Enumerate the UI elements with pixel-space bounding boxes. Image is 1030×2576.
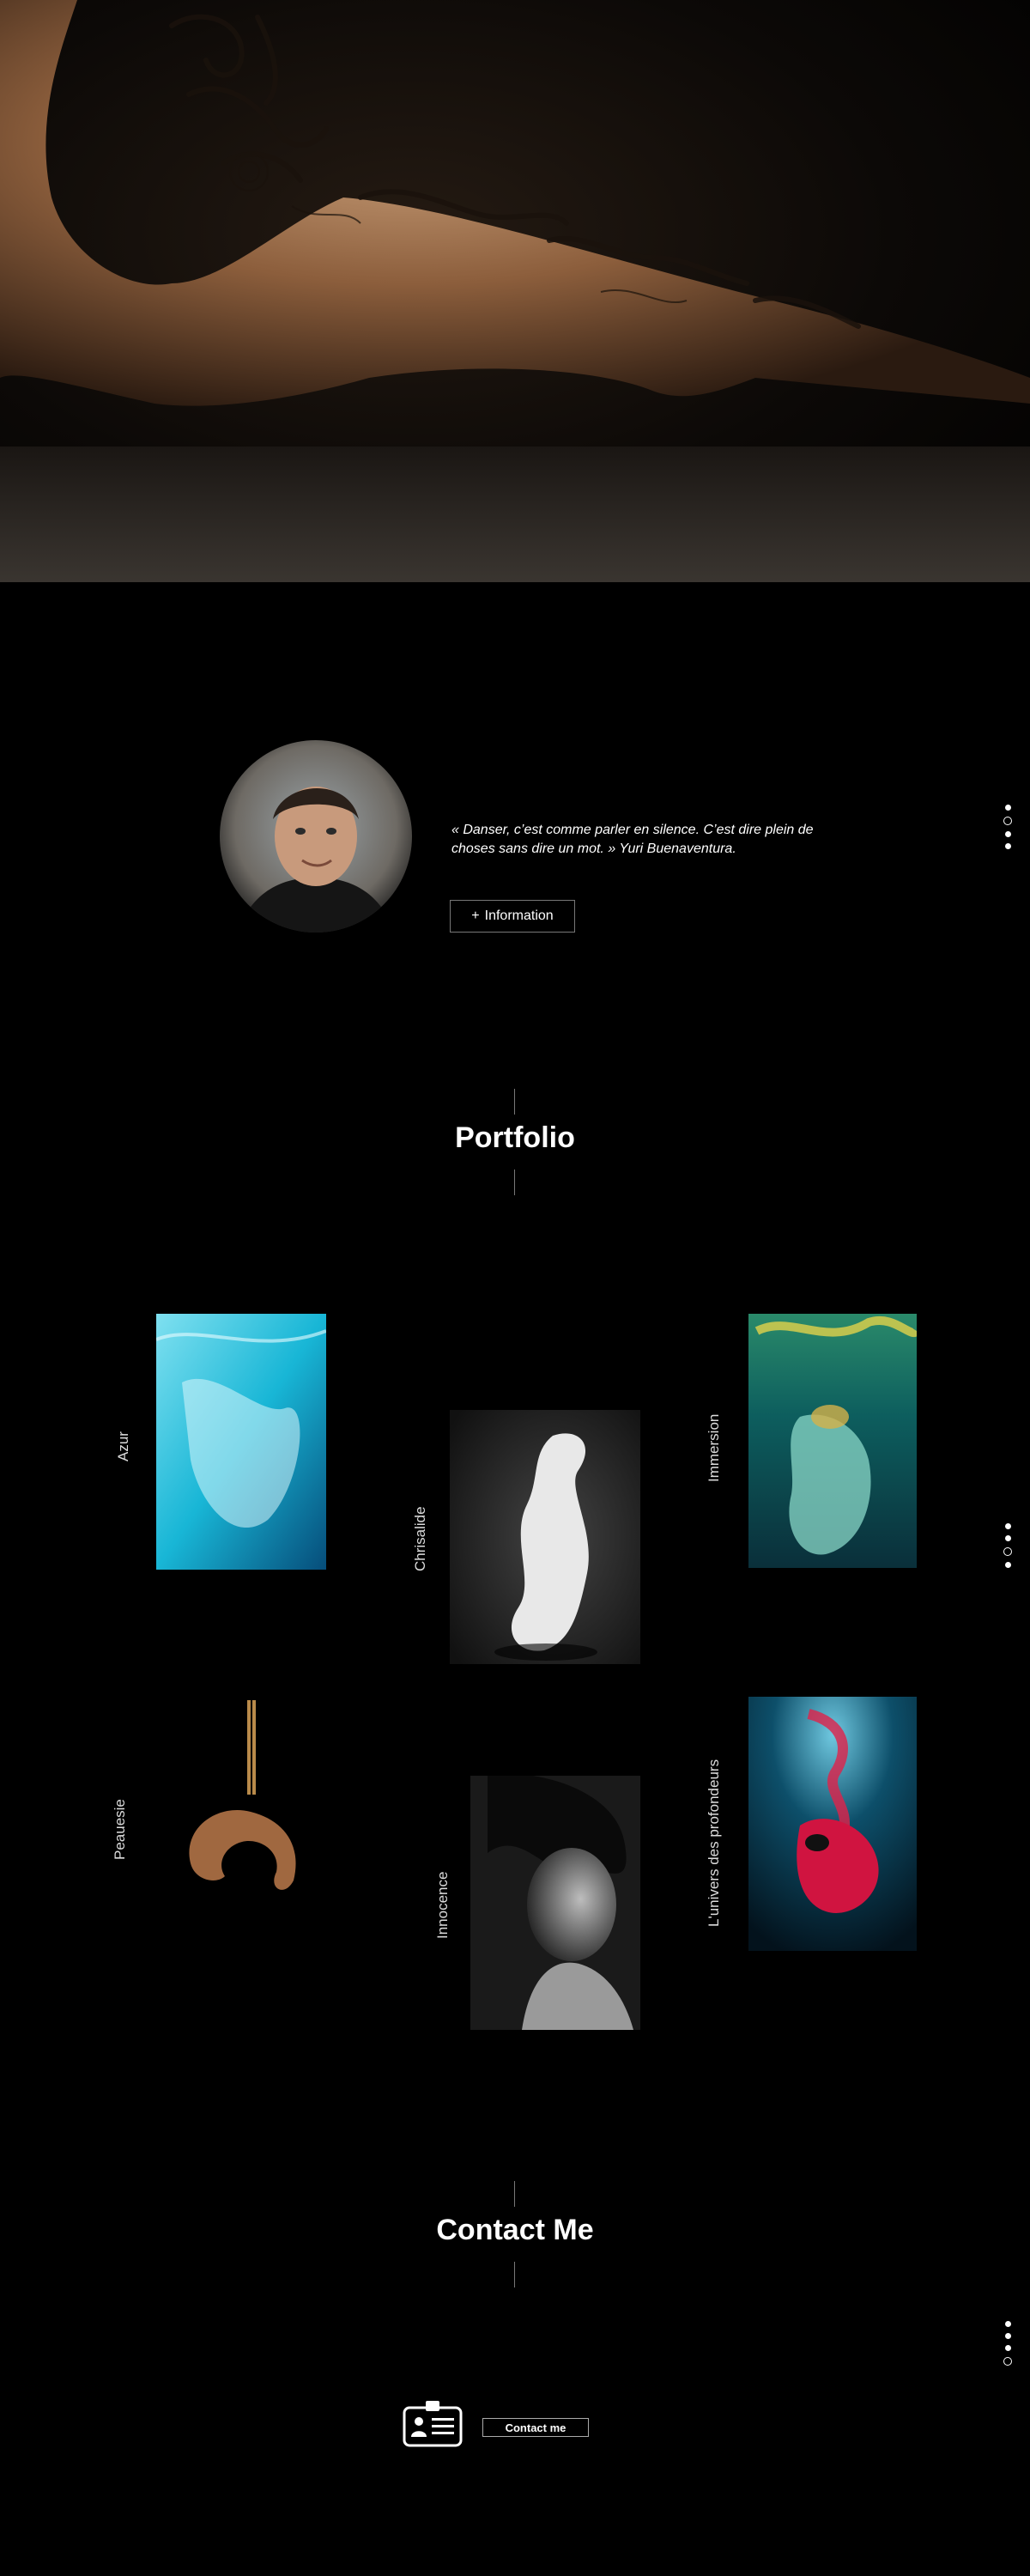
portfolio-label-peauesie: Peauesie [112, 1799, 128, 1860]
nav-dot[interactable] [1004, 1535, 1011, 1541]
portfolio-label-univers: L'univers des profondeurs [706, 1759, 722, 1927]
portfolio-label-azur: Azur [115, 1431, 131, 1461]
divider-line [514, 2181, 515, 2207]
nav-dot[interactable] [1004, 805, 1011, 811]
hero-image [0, 0, 1030, 582]
quote-text: « Danser, c’est comme parler en silence.… [451, 821, 829, 859]
portfolio-label-chrisalide: Chrisalide [412, 1506, 428, 1571]
portfolio-label-immersion: Immersion [706, 1413, 722, 1482]
nav-dot-active[interactable] [1003, 1547, 1012, 1556]
section-dot-nav [1002, 1523, 1014, 1568]
nav-dot[interactable] [1004, 2345, 1011, 2351]
portfolio-title: Portfolio [455, 1121, 575, 1154]
nav-dot[interactable] [1004, 1562, 1011, 1568]
portfolio-item-peauesie[interactable] [156, 1700, 326, 1923]
portfolio-item-azur[interactable] [156, 1314, 326, 1570]
section-dot-nav [1002, 2321, 1014, 2366]
id-card-icon [402, 2399, 464, 2449]
information-label: Information [484, 908, 554, 923]
divider-line [514, 2262, 515, 2287]
nav-dot[interactable] [1004, 843, 1011, 849]
nav-dot-active[interactable] [1003, 2357, 1012, 2366]
avatar [220, 740, 412, 933]
quote-author: Yuri Buenaventura. [619, 841, 736, 856]
section-dot-nav [1002, 805, 1014, 849]
portfolio-item-immersion[interactable] [748, 1314, 917, 1568]
portfolio-label-innocence: Innocence [434, 1871, 451, 1939]
divider-line [514, 1170, 515, 1195]
portfolio-item-chrisalide[interactable] [450, 1410, 640, 1664]
divider-line [514, 1089, 515, 1115]
nav-dot[interactable] [1004, 1523, 1011, 1529]
information-button[interactable]: + Information [450, 900, 575, 933]
portfolio-item-innocence[interactable] [470, 1776, 640, 2030]
nav-dot[interactable] [1004, 2333, 1011, 2339]
nav-dot[interactable] [1004, 2321, 1011, 2327]
nav-dot-active[interactable] [1003, 817, 1012, 825]
nav-dot[interactable] [1004, 831, 1011, 837]
contact-title: Contact Me [436, 2214, 594, 2246]
contact-me-button[interactable]: Contact me [482, 2418, 589, 2437]
portfolio-item-univers[interactable] [748, 1697, 917, 1951]
plus-icon: + [471, 908, 480, 923]
